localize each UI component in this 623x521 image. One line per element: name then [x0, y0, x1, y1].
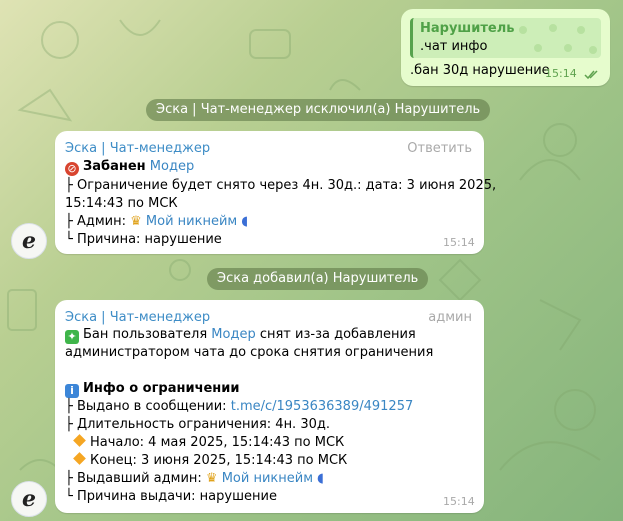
message-sender[interactable]: Эска | Чат-менеджер: [65, 140, 210, 158]
incoming-message-ban[interactable]: Эска | Чат-менеджер Ответить ⊘ Забанен Мо…: [55, 131, 496, 254]
duration-line: ├ Длительность ограничения: 4н. 30д.: [65, 417, 330, 432]
ban-line: ⊘ Забанен Модер: [65, 158, 194, 176]
end-text: Конец: 3 июня 2025, 15:14:43 по МСК: [90, 453, 348, 468]
message-sender[interactable]: Эска | Чат-менеджер: [65, 309, 210, 327]
admin-label: ├ Админ:: [65, 214, 126, 229]
message-time: 15:14: [443, 236, 475, 249]
cap-icon: ◖: [317, 471, 325, 486]
reply-quote[interactable]: Нарушитель .чат инфо: [410, 18, 601, 58]
admin-nickname-link[interactable]: Мой никнейм: [146, 214, 237, 229]
admin-badge: админ: [428, 310, 472, 325]
bot-avatar[interactable]: e: [11, 223, 47, 259]
reason-line: └ Причина выдачи: нарушение: [65, 489, 277, 504]
info-icon: i: [65, 384, 79, 398]
issuing-admin-line: ├ Выдавший админ: ♛ Мой никнейм ◖: [65, 470, 324, 488]
ban-status: Забанен: [83, 159, 146, 174]
restriction-line-cont: 15:14:43 по МСК: [65, 196, 178, 211]
message-link[interactable]: t.me/c/1953636389/491257: [231, 399, 414, 414]
orange-diamond-icon: [73, 452, 86, 465]
orange-diamond-icon: [73, 434, 86, 447]
incoming-message-info[interactable]: Эска | Чат-менеджер админ ✦ Бан пользоват…: [55, 300, 484, 513]
admin-nickname-link[interactable]: Мой никнейм: [222, 471, 313, 486]
service-message-added: Эска добавил(а) Нарушитель: [207, 268, 429, 290]
end-line: Конец: 3 июня 2025, 15:14:43 по МСК: [69, 452, 347, 470]
read-checkmarks-icon: [584, 70, 598, 80]
issuing-admin-label: ├ Выдавший админ:: [65, 471, 202, 486]
unban-suffix: снят из-за добавления: [259, 327, 416, 342]
info-heading-text: Инфо о ограничении: [83, 381, 240, 396]
start-line: Начало: 4 мая 2025, 15:14:43 по МСК: [69, 434, 344, 452]
info-heading: i Инфо о ограничении: [65, 380, 240, 398]
crown-icon: ♛: [130, 214, 142, 229]
service-message-removed: Эска | Чат-менеджер исключил(а) Нарушите…: [146, 99, 491, 121]
admin-line: ├ Админ: ♛ Мой никнейм ◖: [65, 213, 248, 231]
reason-line: └ Причина: нарушение: [65, 232, 222, 247]
outgoing-message[interactable]: Нарушитель .чат инфо .бан 30д нарушение …: [401, 9, 610, 86]
issued-in-line: ├ Выдано в сообщении: t.me/c/1953636389/…: [65, 398, 413, 416]
unban-line-cont: администратором чата до срока снятия огр…: [65, 345, 434, 360]
message-text: .бан 30д нарушение: [410, 63, 550, 78]
start-text: Начало: 4 мая 2025, 15:14:43 по МСК: [90, 435, 345, 450]
user-link-moder[interactable]: Модер: [150, 159, 194, 174]
crown-icon: ♛: [205, 471, 218, 486]
unban-line: ✦ Бан пользователя Модер снят из-за добав…: [65, 326, 416, 344]
quote-author: Нарушитель: [420, 21, 515, 36]
message-time: 15:14: [443, 495, 475, 508]
no-entry-icon: ⊘: [65, 162, 79, 176]
restriction-line: ├ Ограничение будет снято через 4н. 30д.…: [65, 178, 497, 193]
unban-prefix: Бан пользователя: [83, 327, 208, 342]
issued-in-label: ├ Выдано в сообщении:: [65, 399, 227, 414]
message-time: 15:14: [545, 67, 577, 80]
bot-avatar[interactable]: e: [11, 481, 47, 517]
quote-text: .чат инфо: [420, 39, 488, 54]
reply-label[interactable]: Ответить: [407, 140, 472, 158]
user-link-moder[interactable]: Модер: [211, 327, 255, 342]
sparkle-icon: ✦: [65, 330, 79, 344]
cap-icon: ◖: [241, 214, 249, 229]
